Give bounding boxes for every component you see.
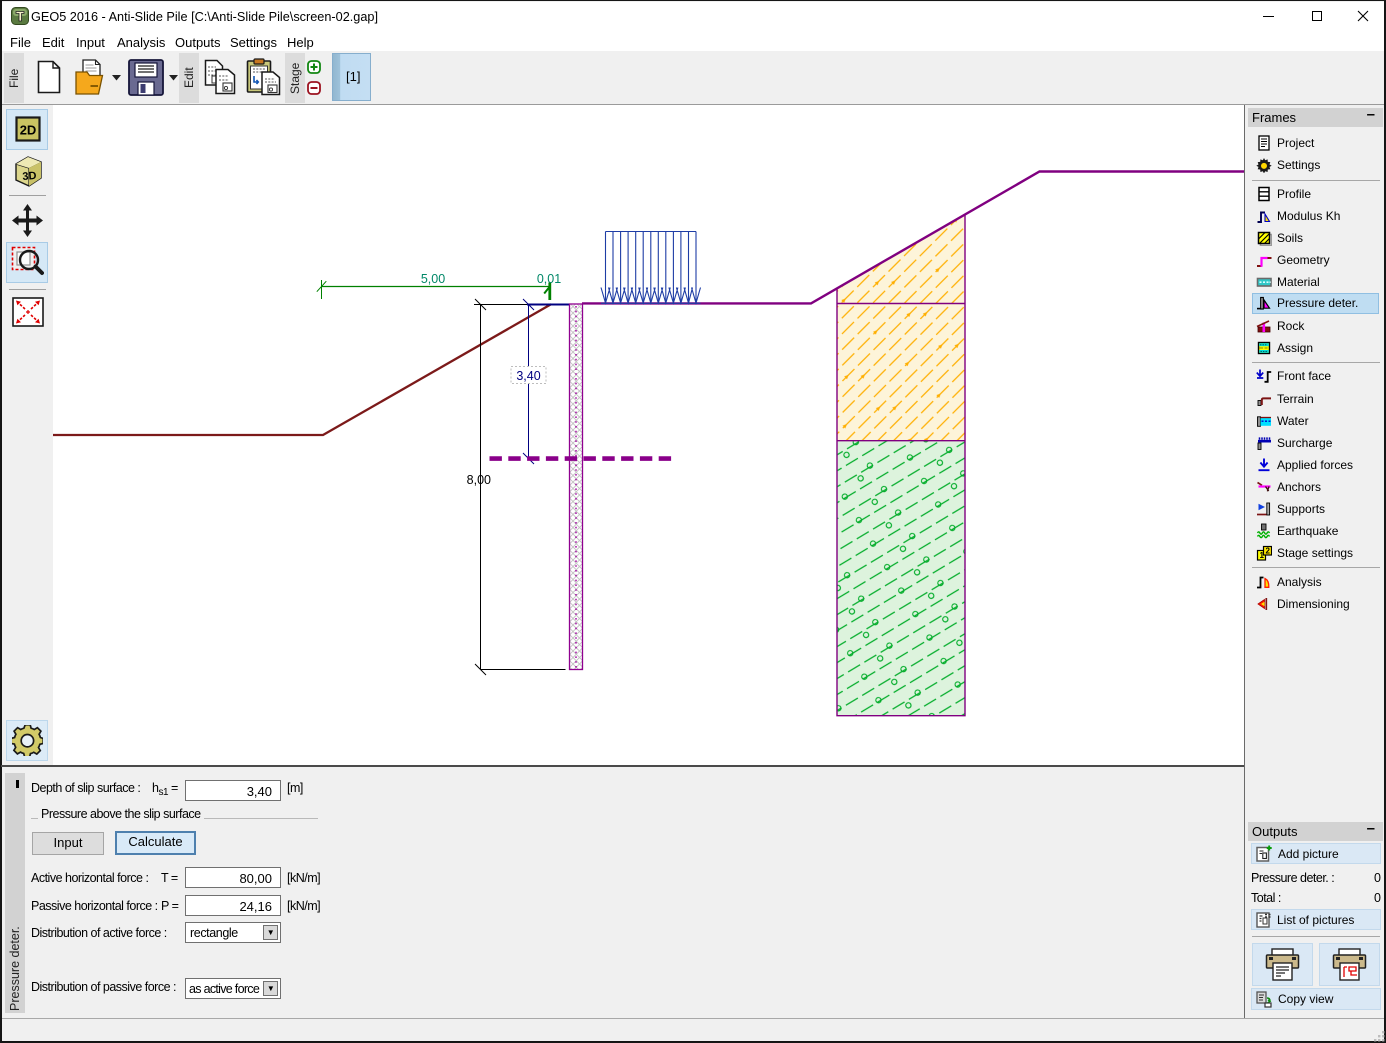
svg-text:8,00: 8,00 (467, 473, 491, 487)
svg-text:3,40: 3,40 (516, 369, 540, 383)
svg-text:2D: 2D (20, 123, 37, 138)
svg-text:5,00: 5,00 (421, 272, 445, 286)
svg-text:0,01: 0,01 (537, 272, 561, 286)
svg-text:3D: 3D (22, 170, 37, 183)
svg-text:2: 2 (1266, 546, 1271, 555)
